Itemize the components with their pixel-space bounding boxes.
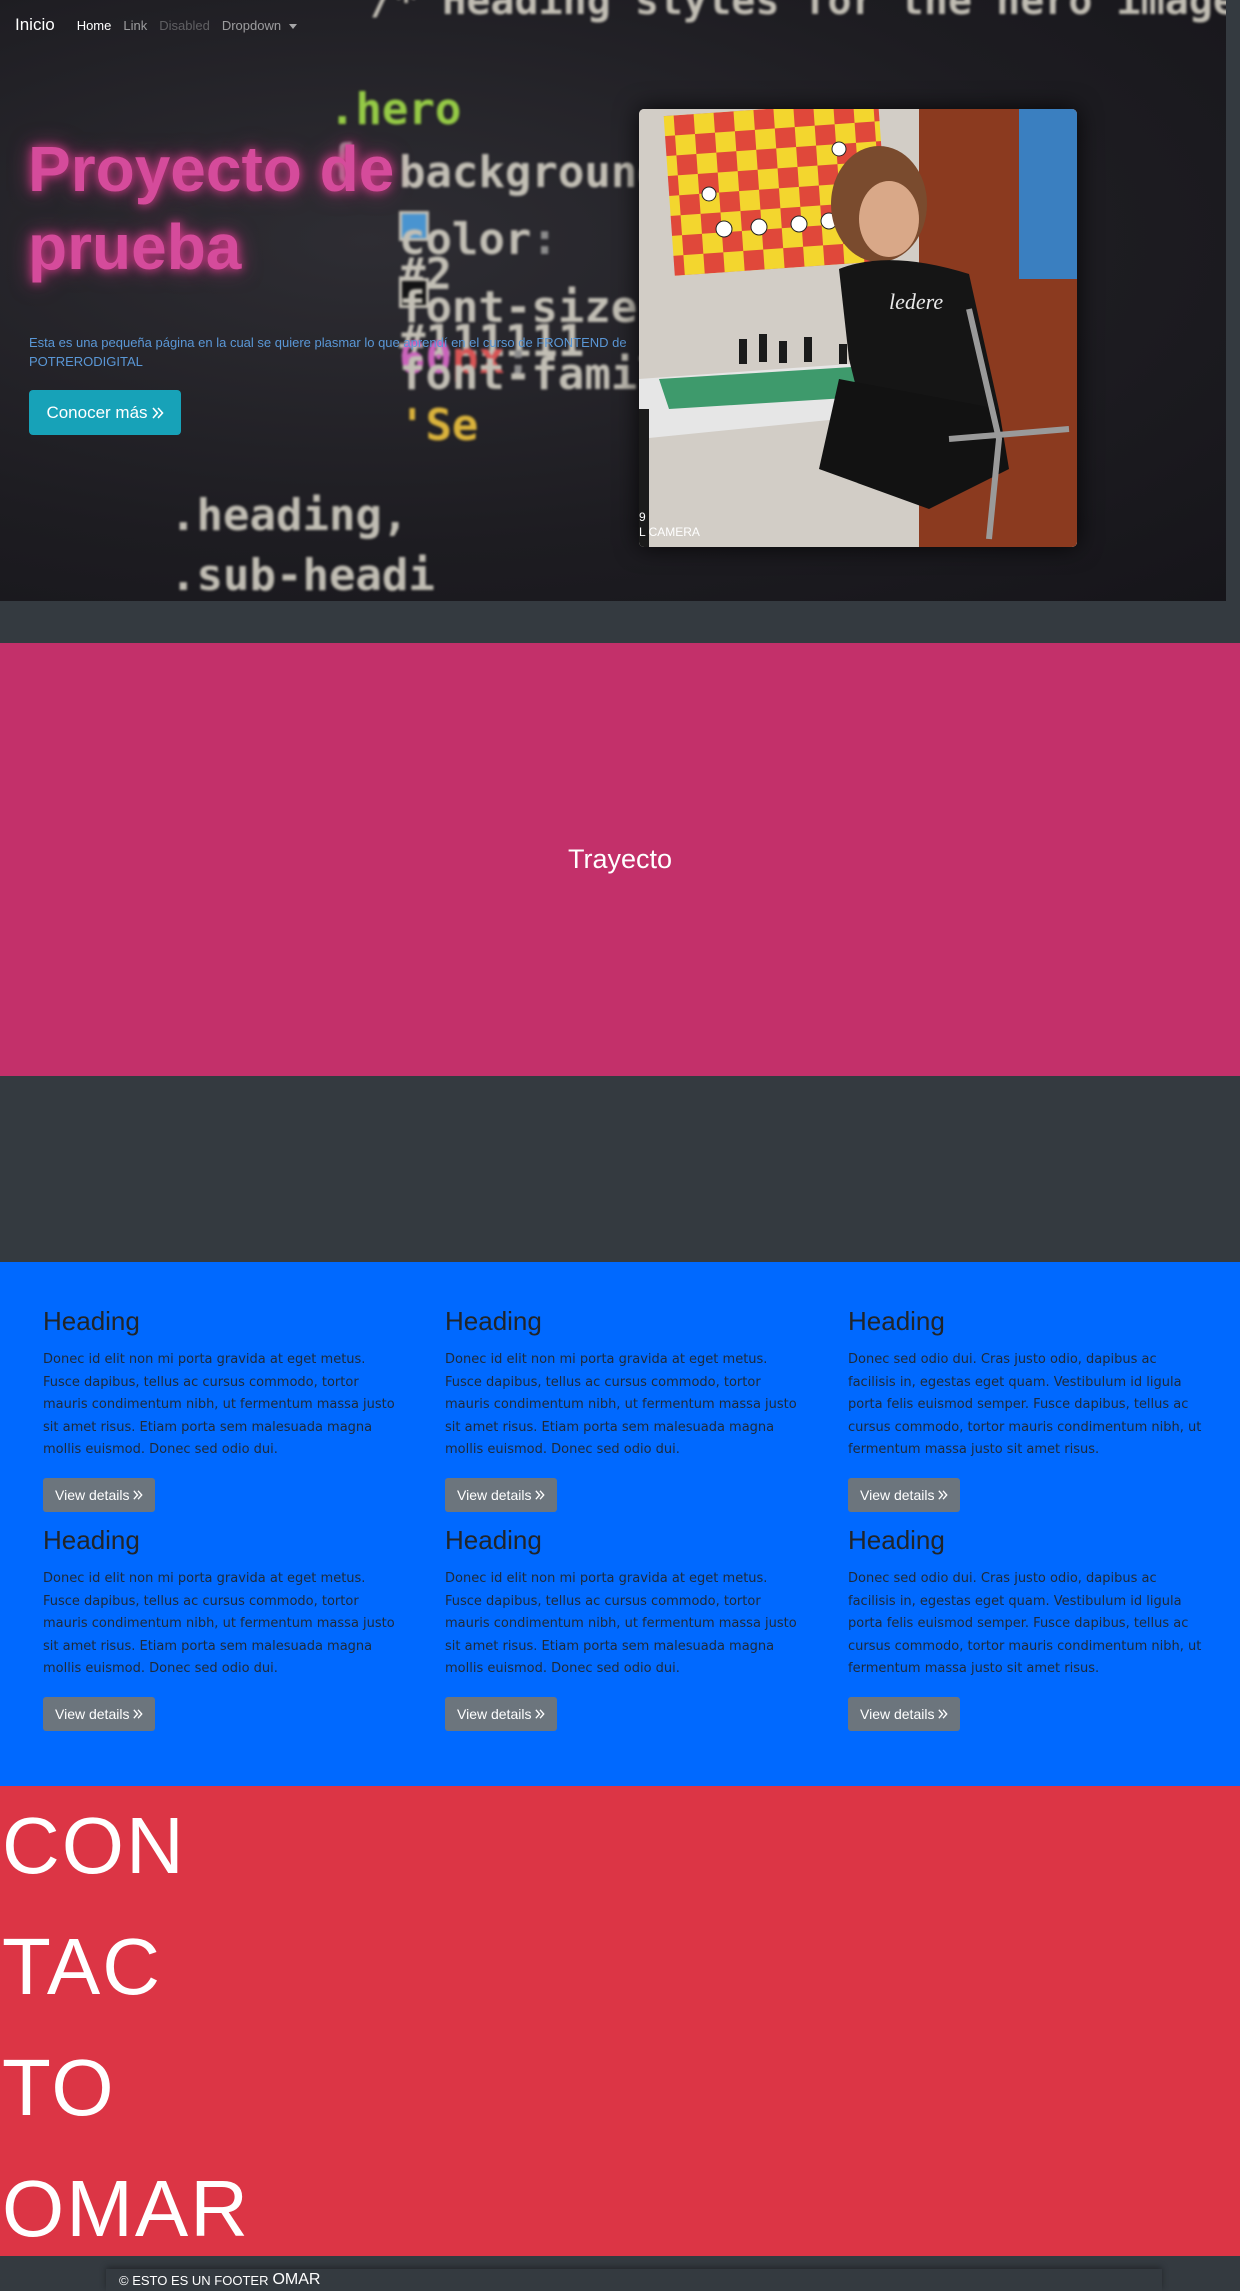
double-chevron-right-icon xyxy=(133,1489,144,1500)
card-3: Heading Donec sed odio dui. Cras justo o… xyxy=(848,1306,1208,1512)
card-heading: Heading xyxy=(43,1525,140,1555)
card-heading: Heading xyxy=(848,1525,945,1555)
photo-caption-line2: L CAMERA xyxy=(639,525,700,539)
card-text: Donec id elit non mi porta gravida at eg… xyxy=(43,1352,395,1457)
view-details-label: View details xyxy=(860,1705,935,1722)
hero-title: Proyecto de prueba xyxy=(28,133,395,284)
contact-title-line-1: CON xyxy=(2,1801,186,1890)
card-text: Donec id elit non mi porta gravida at eg… xyxy=(445,1352,797,1457)
cards-section: Heading Donec id elit non mi porta gravi… xyxy=(0,1262,1240,1786)
nav-disabled: Disabled xyxy=(159,17,210,33)
view-details-label: View details xyxy=(55,1705,130,1722)
caret-down-icon xyxy=(288,23,297,29)
card-text: Donec sed odio dui. Cras justo odio, dap… xyxy=(848,1571,1202,1676)
card-heading: Heading xyxy=(43,1306,140,1336)
double-chevron-right-icon xyxy=(535,1708,546,1719)
chess-player-photo: ledere 9 L CAMERA xyxy=(639,109,1077,547)
footer-owner: OMAR xyxy=(272,2271,321,2288)
contact-section: CON TAC TO OMAR xyxy=(0,1786,1240,2256)
view-details-button[interactable]: View details xyxy=(848,1696,961,1731)
navbar-brand[interactable]: Inicio xyxy=(15,15,55,35)
view-details-label: View details xyxy=(457,1486,532,1503)
card-2: Heading Donec id elit non mi porta gravi… xyxy=(445,1306,805,1512)
double-chevron-right-icon xyxy=(938,1708,949,1719)
card-1: Heading Donec id elit non mi porta gravi… xyxy=(43,1306,403,1512)
view-details-label: View details xyxy=(55,1486,130,1503)
card-text: Donec id elit non mi porta gravida at eg… xyxy=(445,1571,797,1676)
view-details-button[interactable]: View details xyxy=(848,1477,961,1512)
nav-home[interactable]: Home xyxy=(77,18,112,33)
code-selector-heading: .heading, xyxy=(170,490,409,541)
page-footer: © ESTO ES UN FOOTER OMAR xyxy=(106,2269,1162,2291)
nav-dropdown-label: Dropdown xyxy=(221,17,282,33)
double-chevron-right-icon xyxy=(535,1489,546,1500)
nav-dropdown[interactable]: Dropdown xyxy=(222,18,297,33)
code-selector-subheading: .sub-headi xyxy=(170,550,435,601)
card-heading: Heading xyxy=(848,1306,945,1336)
view-details-button[interactable]: View details xyxy=(445,1696,558,1731)
card-heading: Heading xyxy=(445,1525,542,1555)
photo-caption-line1: 9 xyxy=(639,510,646,524)
view-details-label: View details xyxy=(457,1705,532,1722)
double-chevron-right-icon xyxy=(133,1708,144,1719)
svg-text:ledere: ledere xyxy=(889,289,943,314)
hero-section: /* Heading styles for the hero image */ … xyxy=(0,0,1226,601)
hero-description: Esta es una pequeña página en la cual se… xyxy=(29,335,627,369)
footer-text: © ESTO ES UN FOOTER xyxy=(119,2272,269,2288)
conocer-mas-label: Conocer más xyxy=(46,402,148,422)
contact-title-line-4: OMAR xyxy=(2,2164,250,2253)
trayecto-title: Trayecto xyxy=(567,844,673,874)
card-4: Heading Donec id elit non mi porta gravi… xyxy=(43,1525,403,1731)
card-text: Donec sed odio dui. Cras justo odio, dap… xyxy=(848,1352,1202,1457)
view-details-button[interactable]: View details xyxy=(445,1477,558,1512)
view-details-label: View details xyxy=(860,1486,935,1503)
nav-link[interactable]: Link xyxy=(123,18,147,33)
contact-title-line-3: TO xyxy=(2,2043,116,2132)
hero-photo: ledere 9 L CAMERA xyxy=(639,109,1077,547)
card-text: Donec id elit non mi porta gravida at eg… xyxy=(43,1571,395,1676)
card-6: Heading Donec sed odio dui. Cras justo o… xyxy=(848,1525,1208,1731)
conocer-mas-button[interactable]: Conocer más xyxy=(29,390,181,435)
trayecto-section: Trayecto xyxy=(0,643,1240,1076)
top-navbar: Inicio Home Link Disabled Dropdown xyxy=(0,0,1226,50)
view-details-button[interactable]: View details xyxy=(43,1696,156,1731)
card-heading: Heading xyxy=(445,1306,542,1336)
double-chevron-right-icon xyxy=(938,1489,949,1500)
view-details-button[interactable]: View details xyxy=(43,1477,156,1512)
contact-title-line-2: TAC xyxy=(2,1922,163,2011)
card-5: Heading Donec id elit non mi porta gravi… xyxy=(445,1525,805,1731)
code-value-fontfamily: 'Se xyxy=(398,400,479,451)
double-chevron-right-icon xyxy=(151,406,164,419)
